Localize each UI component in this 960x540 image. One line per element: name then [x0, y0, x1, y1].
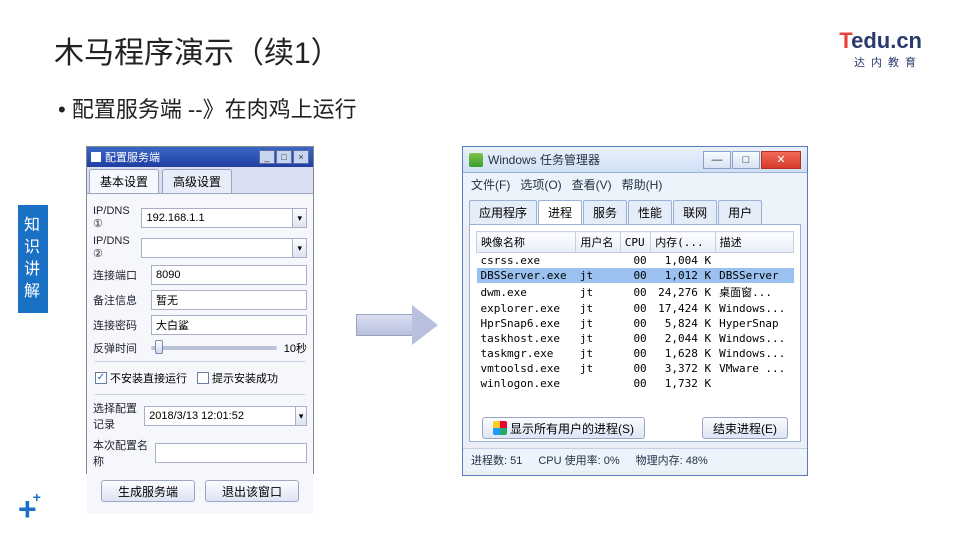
ipdns1-dropdown[interactable]: ▾	[293, 208, 307, 228]
lecture-sidebar-tab: 知识讲解	[18, 205, 48, 313]
config-name-input[interactable]	[155, 443, 307, 463]
minimize-button[interactable]: _	[259, 150, 275, 164]
tab-applications[interactable]: 应用程序	[469, 200, 537, 224]
app-icon	[91, 152, 101, 162]
slider-thumb[interactable]	[155, 340, 163, 354]
ipdns2-label: IP/DNS ②	[93, 235, 141, 260]
corner-decoration: ++	[18, 491, 45, 528]
bullet-text: • 配置服务端 --》在肉鸡上运行	[58, 92, 357, 124]
ipdns1-label: IP/DNS ①	[93, 205, 141, 230]
config-record-label: 选择配置记录	[93, 400, 144, 432]
config-name-label: 本次配置名称	[93, 437, 155, 469]
status-bar: 进程数: 51 CPU 使用率: 0% 物理内存: 48%	[463, 448, 807, 471]
show-all-users-button[interactable]: 显示所有用户的进程(S)	[482, 417, 645, 439]
slide-title: 木马程序演示（续1）	[54, 28, 341, 72]
table-row[interactable]: taskmgr.exejt001,628 KWindows...	[477, 346, 794, 361]
table-row[interactable]: taskhost.exejt002,044 KWindows...	[477, 331, 794, 346]
task-manager-title: Windows 任务管理器	[488, 151, 600, 168]
generate-server-button[interactable]: 生成服务端	[101, 480, 195, 502]
col-description[interactable]: 描述	[715, 232, 793, 253]
table-row[interactable]: csrss.exe001,004 K	[477, 253, 794, 269]
menu-help[interactable]: 帮助(H)	[622, 176, 663, 193]
exit-window-button[interactable]: 退出该窗口	[205, 480, 299, 502]
password-label: 连接密码	[93, 317, 151, 333]
tab-performance[interactable]: 性能	[628, 200, 672, 224]
task-manager-icon	[469, 153, 483, 167]
note-label: 备注信息	[93, 292, 151, 308]
brand-logo: Tedu.cn 达内教育	[839, 28, 922, 70]
table-row[interactable]: explorer.exejt0017,424 KWindows...	[477, 301, 794, 316]
close-button[interactable]: ×	[293, 150, 309, 164]
port-label: 连接端口	[93, 267, 151, 283]
menu-file[interactable]: 文件(F)	[471, 176, 510, 193]
bounce-slider[interactable]	[151, 346, 277, 350]
menu-view[interactable]: 查看(V)	[572, 176, 612, 193]
process-table[interactable]: 映像名称 用户名 CPU 内存(... 描述 csrss.exe001,004 …	[476, 231, 794, 391]
config-server-window: 配置服务端 _ □ × 基本设置 高级设置 IP/DNS ① ▾ IP/DNS …	[86, 146, 314, 474]
notify-success-checkbox[interactable]: 提示安装成功	[197, 370, 278, 386]
tab-basic-settings[interactable]: 基本设置	[89, 169, 159, 193]
bounce-label: 反弹时间	[93, 340, 151, 356]
flow-arrow-icon	[356, 305, 442, 345]
tab-networking[interactable]: 联网	[673, 200, 717, 224]
task-manager-window: Windows 任务管理器 — □ ✕ 文件(F) 选项(O) 查看(V) 帮助…	[462, 146, 808, 476]
logo-subtitle: 达内教育	[839, 54, 922, 70]
config-record-select[interactable]	[144, 406, 296, 426]
task-manager-titlebar[interactable]: Windows 任务管理器 — □ ✕	[463, 147, 807, 173]
table-row[interactable]: vmtoolsd.exejt003,372 KVMware ...	[477, 361, 794, 376]
menu-options[interactable]: 选项(O)	[520, 176, 561, 193]
menubar: 文件(F) 选项(O) 查看(V) 帮助(H)	[463, 173, 807, 196]
shield-icon	[493, 421, 507, 435]
password-input[interactable]	[151, 315, 307, 335]
status-cpu-usage: CPU 使用率: 0%	[538, 452, 619, 468]
tab-services[interactable]: 服务	[583, 200, 627, 224]
table-row[interactable]: winlogon.exe001,732 K	[477, 376, 794, 391]
no-install-checkbox[interactable]: ✓不安装直接运行	[95, 370, 187, 386]
ipdns1-input[interactable]	[141, 208, 293, 228]
tab-users[interactable]: 用户	[718, 200, 762, 224]
bounce-value: 10秒	[277, 340, 307, 356]
table-row[interactable]: DBSServer.exejt001,012 KDBSServer	[477, 268, 794, 283]
ipdns2-dropdown[interactable]: ▾	[293, 238, 307, 258]
status-physical-memory: 物理内存: 48%	[636, 452, 708, 468]
logo-t: T	[839, 28, 851, 53]
end-process-button[interactable]: 结束进程(E)	[702, 417, 788, 439]
table-row[interactable]: HprSnap6.exejt005,824 KHyperSnap	[477, 316, 794, 331]
config-record-dropdown[interactable]: ▾	[296, 406, 307, 426]
close-button[interactable]: ✕	[761, 151, 801, 169]
minimize-button[interactable]: —	[703, 151, 731, 169]
tab-advanced-settings[interactable]: 高级设置	[162, 169, 232, 193]
port-input[interactable]	[151, 265, 307, 285]
col-cpu[interactable]: CPU	[620, 232, 650, 253]
maximize-button[interactable]: □	[276, 150, 292, 164]
config-titlebar[interactable]: 配置服务端 _ □ ×	[87, 147, 313, 167]
tab-processes[interactable]: 进程	[538, 200, 582, 224]
col-image-name[interactable]: 映像名称	[477, 232, 576, 253]
config-title: 配置服务端	[105, 149, 160, 165]
status-process-count: 进程数: 51	[471, 452, 522, 468]
logo-edu: edu.cn	[851, 28, 922, 53]
ipdns2-input[interactable]	[141, 238, 293, 258]
table-row[interactable]: dwm.exejt0024,276 K桌面窗...	[477, 283, 794, 301]
col-memory[interactable]: 内存(...	[651, 232, 715, 253]
col-user[interactable]: 用户名	[576, 232, 620, 253]
maximize-button[interactable]: □	[732, 151, 760, 169]
note-input[interactable]	[151, 290, 307, 310]
